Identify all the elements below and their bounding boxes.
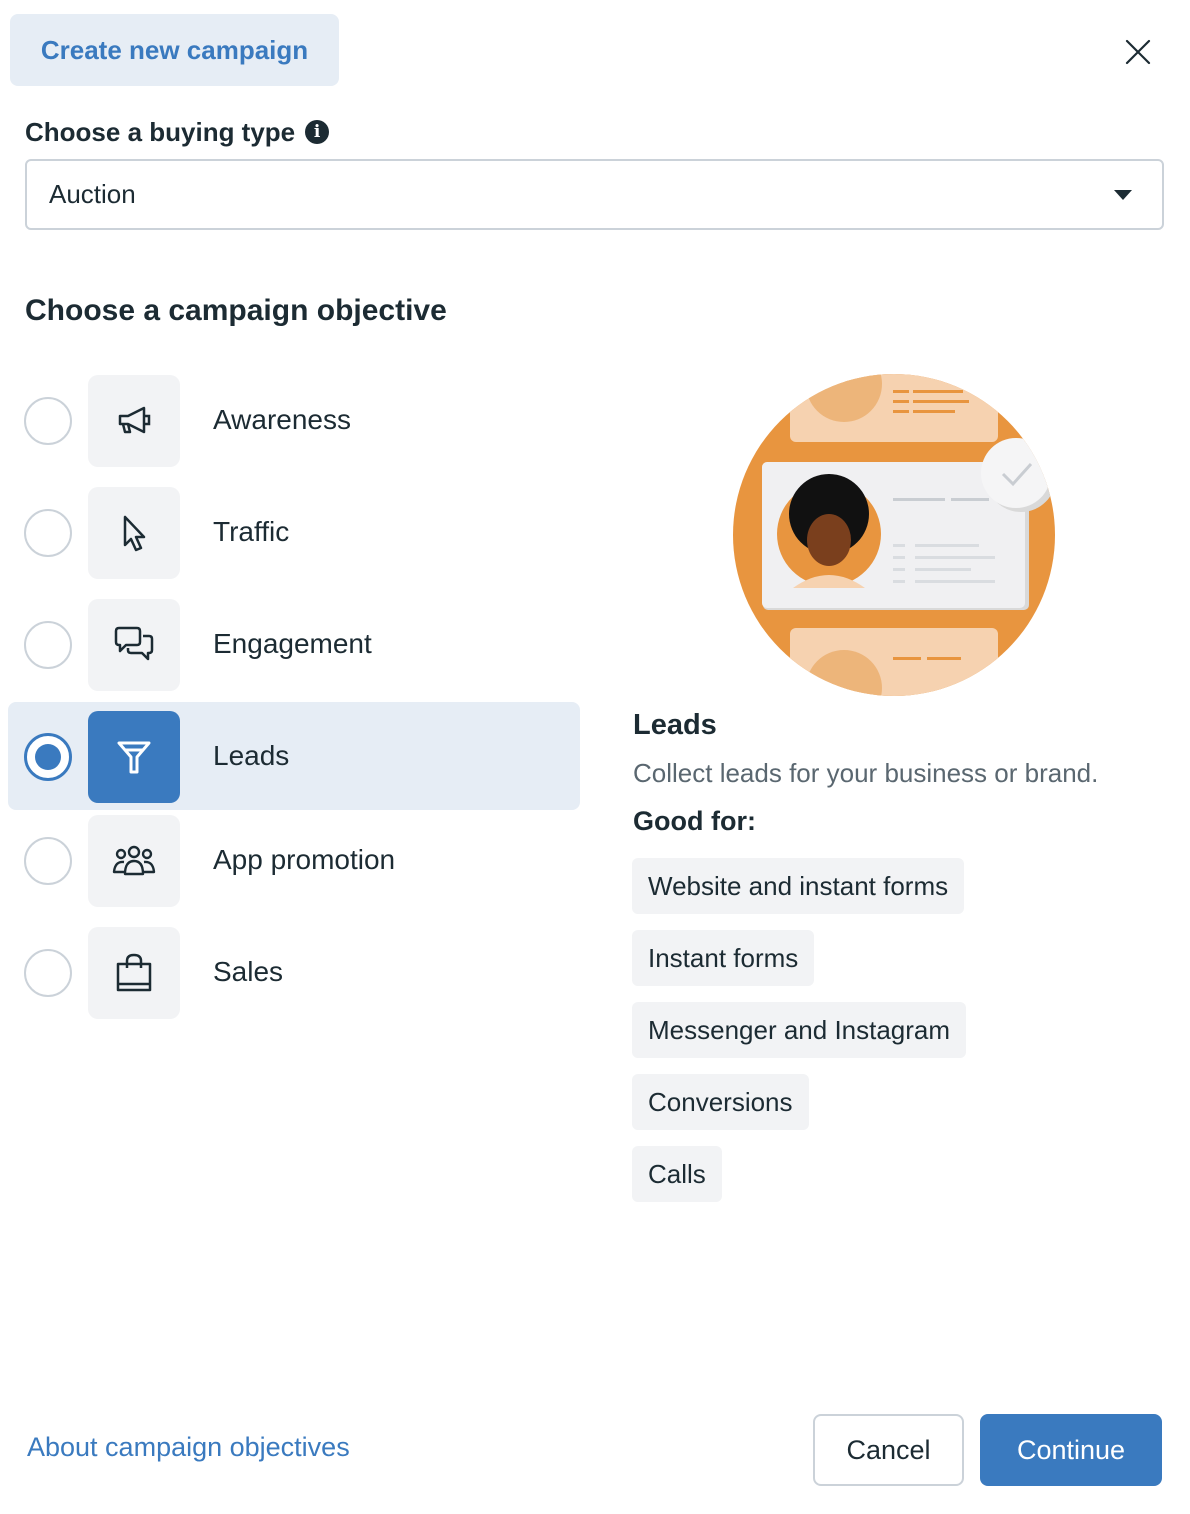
objective-label: Awareness [213,404,352,435]
create-campaign-tab[interactable]: Create new campaign [10,14,339,86]
chat-bubbles-icon [114,626,154,661]
objective-icon-box [88,815,180,907]
objective-leads[interactable]: Leads [8,702,580,810]
objective-section-title: Choose a campaign objective [25,294,447,327]
objective-label: App promotion [213,844,396,875]
buying-type-select[interactable]: Auction [25,159,1164,230]
radio-traffic[interactable] [24,509,72,557]
objective-icon-box [88,599,180,691]
about-campaign-objectives-link[interactable]: About campaign objectives [27,1432,350,1463]
good-for-tag: Conversions [632,1074,809,1130]
good-for-tags: Website and instant forms Instant forms … [632,858,967,1218]
objective-app-promotion[interactable]: App promotion [8,810,580,922]
good-for-label: Good for: [633,806,756,836]
buying-type-value: Auction [49,179,136,209]
leads-illustration [733,374,1055,696]
objective-traffic[interactable]: Traffic [8,482,580,594]
buying-type-label: Choose a buying type i [25,112,330,152]
megaphone-icon [118,406,151,434]
objective-label: Sales [213,956,284,987]
good-for-tag: Calls [632,1146,722,1202]
people-group-icon [112,845,156,876]
cancel-button[interactable]: Cancel [813,1414,964,1486]
objective-label: Engagement [213,628,372,659]
close-button[interactable] [1116,30,1160,74]
close-icon [1125,39,1151,65]
objective-icon-box [88,927,180,1019]
radio-leads[interactable] [24,733,72,781]
good-for-tag: Messenger and Instagram [632,1002,967,1058]
cursor-icon [123,515,146,552]
detail-title: Leads [633,709,717,741]
objective-icon-box [88,487,180,579]
radio-engagement[interactable] [24,621,72,669]
shopping-bag-icon [116,953,152,992]
info-icon[interactable]: i [305,120,330,144]
radio-app-promotion[interactable] [24,837,72,885]
objective-label: Leads [213,740,290,771]
funnel-icon [117,741,151,774]
objective-icon-box [88,711,180,803]
objective-awareness[interactable]: Awareness [8,370,580,482]
continue-button[interactable]: Continue [980,1414,1162,1486]
detail-description: Collect leads for your business or brand… [633,758,1099,788]
objective-list: Awareness Traffic Engagement Leads App p… [8,370,580,1038]
radio-sales[interactable] [24,949,72,997]
objective-engagement[interactable]: Engagement [8,594,580,706]
objective-sales[interactable]: Sales [8,922,580,1034]
good-for-tag: Website and instant forms [632,858,965,914]
buying-type-label-text: Choose a buying type [25,116,296,147]
radio-awareness[interactable] [24,397,72,445]
objective-icon-box [88,375,180,467]
good-for-tag: Instant forms [632,930,815,986]
objective-label: Traffic [213,516,290,547]
caret-down-icon [1114,190,1132,200]
